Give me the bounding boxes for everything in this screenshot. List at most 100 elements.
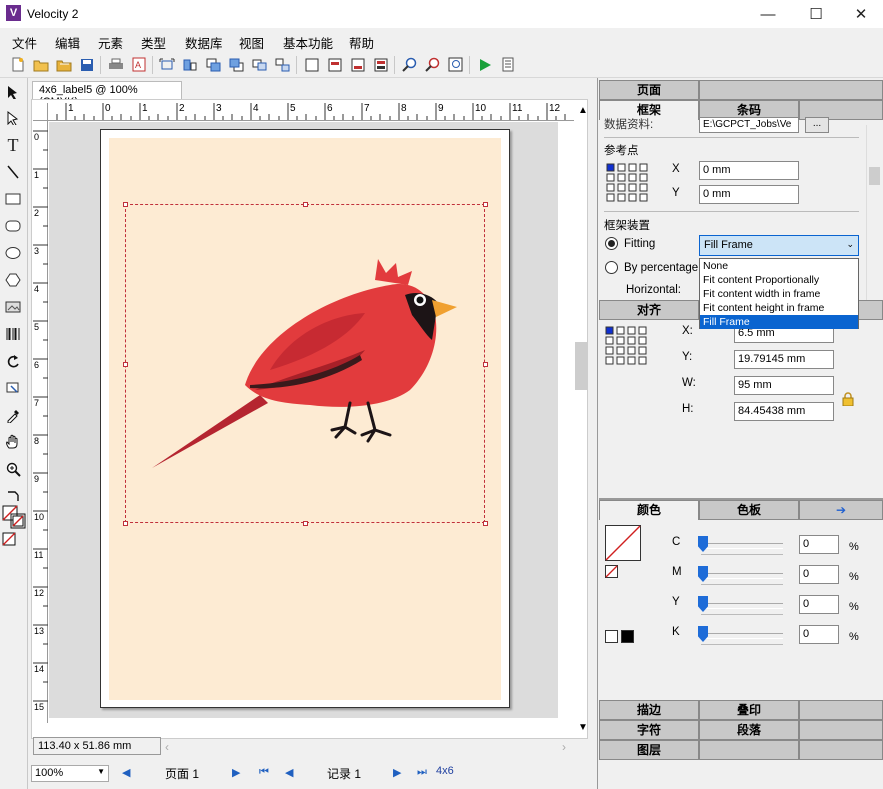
pdf-icon[interactable]: A (130, 56, 147, 73)
direct-select-icon[interactable] (3, 108, 23, 128)
scroll-down-arrow[interactable]: ▼ (578, 722, 588, 733)
image-tool-icon[interactable] (3, 297, 23, 317)
ref-y-field[interactable]: 0 mm (699, 185, 799, 204)
black-field[interactable]: 0 (799, 625, 839, 644)
resize-handle[interactable] (123, 521, 128, 526)
magenta-slider-track[interactable] (701, 573, 783, 579)
menu-basic-functions[interactable]: 基本功能 (283, 33, 333, 52)
scroll-up-arrow[interactable]: ▲ (578, 105, 588, 116)
image-frame[interactable] (125, 204, 485, 523)
cyan-field[interactable]: 0 (799, 535, 839, 554)
zoom-in-icon[interactable] (401, 56, 418, 73)
resize-handle[interactable] (123, 202, 128, 207)
by-percentage-radio[interactable] (605, 261, 618, 274)
first-record-button[interactable]: ⏮ (259, 766, 269, 779)
scroll-right-arrow[interactable]: › (562, 740, 566, 754)
frame-icon[interactable] (303, 56, 320, 73)
menu-elements[interactable]: 元素 (98, 33, 123, 52)
run-icon[interactable] (476, 56, 493, 73)
next-record-button[interactable]: ▶ (393, 766, 401, 779)
select-tool-icon[interactable] (3, 82, 23, 102)
tab-character[interactable]: 字符 (599, 720, 699, 740)
rectangle-tool-icon[interactable] (3, 189, 23, 209)
zoom-select[interactable]: 100% ▼ (31, 765, 109, 782)
crop-tool-icon[interactable] (3, 378, 23, 398)
tab-page[interactable]: 页面 (599, 80, 699, 100)
prev-page-button[interactable]: ◀ (122, 766, 130, 779)
line-tool-icon[interactable] (3, 162, 23, 182)
zoom-fit-icon[interactable] (447, 56, 464, 73)
open-folder-icon[interactable] (55, 56, 72, 73)
black-slider-track[interactable] (701, 633, 783, 639)
group-icon[interactable] (251, 56, 268, 73)
rotate-tool-icon[interactable] (3, 351, 23, 371)
save-icon[interactable] (78, 56, 95, 73)
align-icon[interactable] (181, 56, 198, 73)
maximize-button[interactable]: ☐ (793, 0, 839, 28)
menu-help[interactable]: 帮助 (349, 33, 374, 52)
frame-both-icon[interactable] (372, 56, 389, 73)
fit-option-none[interactable]: None (700, 259, 858, 273)
frame-bottom-icon[interactable] (349, 56, 366, 73)
ref-x-field[interactable]: 0 mm (699, 161, 799, 180)
fit-option-width[interactable]: Fit content width in frame (700, 287, 858, 301)
resize-handle[interactable] (483, 362, 488, 367)
tab-color[interactable]: 颜色 (599, 500, 699, 520)
minimize-button[interactable]: — (745, 0, 791, 28)
white-swatch[interactable] (605, 630, 618, 643)
resize-handle[interactable] (123, 362, 128, 367)
zoom-tool-icon[interactable] (3, 459, 23, 479)
align-panel-tab[interactable]: 对齐 (599, 300, 699, 320)
no-color-icon[interactable] (2, 532, 16, 546)
align-y-field[interactable]: 19.79145 mm (734, 350, 834, 369)
panel-menu-arrow-icon[interactable]: ➔ (799, 500, 883, 520)
fitting-select[interactable]: Fill Frame ⌄ (699, 235, 859, 256)
report-icon[interactable] (499, 56, 516, 73)
datasource-field[interactable]: E:\GCPCT_Jobs\Ve (699, 117, 799, 133)
eyedropper-tool-icon[interactable] (3, 405, 23, 425)
menu-database[interactable]: 数据库 (185, 33, 223, 52)
tab-swatches[interactable]: 色板 (699, 500, 799, 520)
close-button[interactable]: ✕ (838, 0, 883, 28)
magenta-field[interactable]: 0 (799, 565, 839, 584)
tab-layers[interactable]: 图层 (599, 740, 699, 760)
new-icon[interactable] (9, 56, 26, 73)
polygon-tool-icon[interactable] (3, 270, 23, 290)
resize-handle[interactable] (303, 521, 308, 526)
resize-handle[interactable] (303, 202, 308, 207)
swap-colors-icon[interactable] (3, 486, 23, 506)
bring-forward-icon[interactable] (205, 56, 222, 73)
fitting-dropdown-list[interactable]: None Fit content Proportionally Fit cont… (699, 258, 859, 329)
yellow-slider-track[interactable] (701, 603, 783, 609)
menu-file[interactable]: 文件 (12, 33, 37, 52)
browse-button[interactable]: ... (805, 117, 829, 133)
yellow-field[interactable]: 0 (799, 595, 839, 614)
ungroup-icon[interactable] (274, 56, 291, 73)
resize-handle[interactable] (483, 521, 488, 526)
ruler-origin[interactable] (33, 103, 48, 121)
fill-stroke-swatch[interactable] (2, 505, 26, 529)
align-h-field[interactable]: 84.45438 mm (734, 402, 834, 421)
prev-record-button[interactable]: ◀ (285, 766, 293, 779)
horizontal-ruler[interactable]: 1 0 1 2 3 4 5 6 7 8 9 10 11 12 (48, 103, 574, 121)
reference-point-grid[interactable] (606, 163, 648, 202)
no-fill-icon[interactable] (605, 565, 618, 578)
barcode-tool-icon[interactable] (3, 324, 23, 344)
panel-scrollbar-thumb[interactable] (869, 167, 880, 185)
black-swatch[interactable] (621, 630, 634, 643)
print-icon[interactable] (107, 56, 124, 73)
align-reference-grid[interactable] (605, 326, 647, 365)
ellipse-tool-icon[interactable] (3, 243, 23, 263)
open-icon[interactable] (32, 56, 49, 73)
menu-edit[interactable]: 编辑 (55, 33, 80, 52)
scroll-left-arrow[interactable]: ‹ (165, 740, 169, 754)
panel-scrollbar[interactable] (866, 125, 881, 300)
fill-color-swatch[interactable] (605, 525, 641, 561)
resize-handle[interactable] (483, 202, 488, 207)
vertical-ruler[interactable]: 0 1 2 3 4 5 6 7 8 9 10 11 12 13 14 15 (33, 121, 48, 723)
align-w-field[interactable]: 95 mm (734, 376, 834, 395)
frame-top-icon[interactable] (326, 56, 343, 73)
next-page-button[interactable]: ▶ (232, 766, 240, 779)
zoom-out-icon[interactable] (424, 56, 441, 73)
tab-stroke[interactable]: 描边 (599, 700, 699, 720)
